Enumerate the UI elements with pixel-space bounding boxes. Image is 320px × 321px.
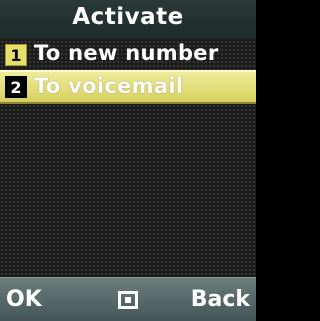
ok-softkey[interactable]: OK	[6, 287, 42, 312]
title-bar: Activate	[0, 0, 256, 38]
phone-screen: Activate 1 To new number 2 To voicemail …	[0, 0, 256, 321]
softkey-bar: OK Back	[0, 277, 256, 321]
back-softkey[interactable]: Back	[191, 287, 250, 312]
menu-square-icon[interactable]	[118, 291, 138, 309]
menu-item-label: To voicemail	[34, 74, 184, 98]
menu-item-label: To new number	[34, 41, 219, 65]
screen-title: Activate	[72, 4, 184, 30]
menu-item-to-voicemail[interactable]: 2 To voicemail	[0, 70, 256, 104]
menu-item-to-new-number[interactable]: 1 To new number	[0, 40, 256, 70]
menu-item-number: 2	[5, 76, 27, 98]
menu-item-number: 1	[5, 44, 27, 66]
